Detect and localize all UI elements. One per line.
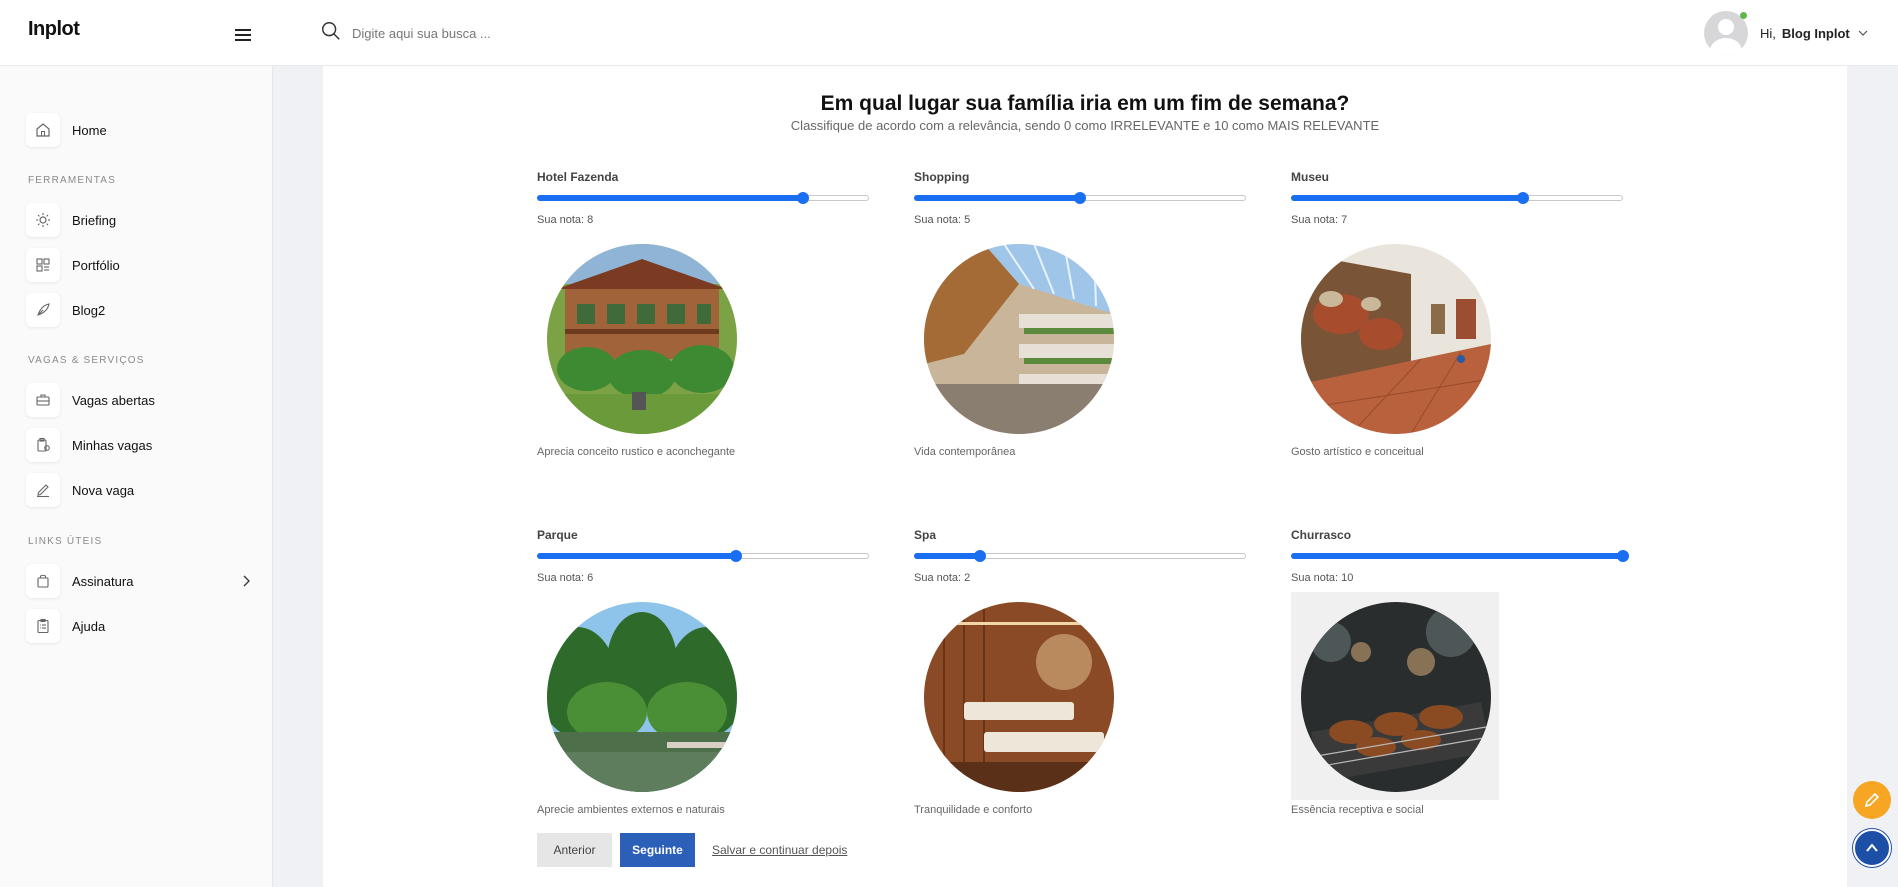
sidebar-item-vagas-abertas[interactable]: Vagas abertas: [26, 382, 251, 418]
chevron-right-icon[interactable]: [241, 575, 251, 587]
bag-icon: [26, 564, 60, 598]
grid-icon: [26, 248, 60, 282]
option-spa: Spa Sua nota: 2 Tranquilidade e conforto: [914, 528, 1246, 816]
online-status-dot: [1740, 12, 1747, 19]
sidebar-item-label: Nova vaga: [72, 482, 135, 498]
rating-slider[interactable]: [914, 190, 1246, 206]
option-shopping: Shopping Sua nota: 5 Vida contemporânea: [914, 170, 1246, 458]
sidebar: Home FERRAMENTAS Briefing Portfólio Blog…: [0, 66, 273, 887]
briefcase-icon: [26, 383, 60, 417]
slider-thumb[interactable]: [974, 550, 987, 562]
score-text: Sua nota: 10: [1291, 572, 1354, 584]
section-title-ferramentas: FERRAMENTAS: [28, 175, 117, 186]
option-image: [537, 234, 745, 442]
option-caption: Aprecie ambientes externos e naturais: [537, 804, 725, 816]
clipboard-icon: [26, 428, 60, 462]
option-churrasco: Churrasco Sua nota: 10 Essência receptiv…: [1291, 528, 1629, 816]
option-image: [1291, 234, 1499, 442]
option-image: [537, 592, 745, 800]
option-label: Spa: [914, 528, 937, 542]
sidebar-item-blog2[interactable]: Blog2: [26, 292, 251, 328]
sidebar-item-label: Minhas vagas: [72, 437, 153, 453]
top-bar: Inplot Hi, Blog Inplot: [0, 0, 1898, 66]
scroll-top-button[interactable]: [1853, 829, 1891, 867]
sidebar-item-label: Briefing: [72, 212, 117, 228]
sidebar-item-label: Assinatura: [72, 573, 134, 589]
option-image: [1291, 592, 1499, 800]
previous-button[interactable]: Anterior: [537, 833, 612, 867]
sidebar-item-home[interactable]: Home: [26, 112, 251, 148]
chevron-up-icon: [1866, 843, 1878, 852]
score-text: Sua nota: 5: [914, 214, 971, 226]
score-text: Sua nota: 6: [537, 572, 594, 584]
question-title: Em qual lugar sua família iria em um fim…: [820, 92, 1350, 115]
sidebar-item-minhas-vagas[interactable]: Minhas vagas: [26, 427, 251, 463]
home-icon: [26, 113, 60, 147]
option-image: [914, 234, 1122, 442]
option-label: Shopping: [914, 170, 970, 184]
search-icon: [322, 22, 340, 40]
slider-thumb[interactable]: [796, 192, 809, 204]
slider-thumb[interactable]: [1074, 192, 1086, 204]
option-label: Museu: [1291, 170, 1330, 184]
feather-icon: [26, 293, 60, 327]
logo[interactable]: Inplot: [28, 18, 80, 41]
survey-card: Em qual lugar sua família iria em um fim…: [323, 66, 1847, 887]
sidebar-item-assinatura[interactable]: Assinatura: [26, 563, 251, 599]
sidebar-item-briefing[interactable]: Briefing: [26, 202, 251, 238]
option-caption: Vida contemporânea: [914, 446, 1016, 458]
chevron-down-icon[interactable]: [1858, 28, 1868, 38]
checklist-icon: [26, 609, 60, 643]
edit-fab-button[interactable]: [1853, 781, 1891, 819]
slider-thumb[interactable]: [1617, 550, 1629, 562]
option-parque: Parque Sua nota: 6 Aprecie ambientes ext…: [537, 528, 869, 816]
user-name: Blog Inplot: [1781, 25, 1850, 41]
sidebar-item-ajuda[interactable]: Ajuda: [26, 608, 251, 644]
option-label: Hotel Fazenda: [537, 170, 619, 184]
option-caption: Essência receptiva e social: [1291, 804, 1424, 816]
rating-slider[interactable]: [537, 190, 869, 206]
sidebar-item-label: Home: [72, 122, 107, 138]
sidebar-item-portfolio[interactable]: Portfólio: [26, 247, 251, 283]
option-caption: Gosto artístico e conceitual: [1291, 446, 1424, 458]
sun-icon: [26, 203, 60, 237]
option-caption: Aprecia conceito rustico e aconchegante: [537, 446, 736, 458]
search-input[interactable]: [352, 20, 852, 46]
sidebar-item-nova-vaga[interactable]: Nova vaga: [26, 472, 251, 508]
slider-thumb[interactable]: [1517, 192, 1530, 204]
sidebar-item-label: Ajuda: [72, 618, 106, 634]
slider-thumb[interactable]: [730, 550, 743, 562]
user-menu[interactable]: Hi, Blog Inplot: [1704, 10, 1868, 56]
option-hotel-fazenda: Hotel Fazenda Sua nota: 8 Aprecia concei…: [537, 170, 869, 458]
pencil-icon: [1864, 792, 1880, 808]
pencil-icon: [26, 473, 60, 507]
question-subtitle: Classifique de acordo com a relevância, …: [790, 118, 1380, 133]
section-title-vagas: VAGAS & SERVIÇOS: [28, 355, 145, 366]
save-continue-later-link[interactable]: Salvar e continuar depois: [712, 843, 847, 857]
rating-slider[interactable]: [1291, 548, 1629, 564]
score-text: Sua nota: 2: [914, 572, 971, 584]
next-button[interactable]: Seguinte: [620, 833, 695, 867]
option-caption: Tranquilidade e conforto: [914, 804, 1033, 816]
sidebar-item-label: Blog2: [72, 302, 106, 318]
rating-slider[interactable]: [537, 548, 869, 564]
option-label: Parque: [537, 528, 578, 542]
rating-slider[interactable]: [914, 548, 1246, 564]
option-museu: Museu Sua nota: 7 Gosto artístico e conc…: [1291, 170, 1623, 458]
score-text: Sua nota: 8: [537, 214, 594, 226]
option-image: [914, 592, 1122, 800]
score-text: Sua nota: 7: [1291, 214, 1348, 226]
user-greeting: Hi,: [1760, 25, 1776, 41]
option-label: Churrasco: [1291, 528, 1352, 542]
sidebar-item-label: Vagas abertas: [72, 392, 155, 408]
section-title-links: LINKS ÚTEIS: [28, 536, 103, 547]
sidebar-item-label: Portfólio: [72, 257, 120, 273]
rating-slider[interactable]: [1291, 190, 1623, 206]
menu-toggle-icon[interactable]: [235, 29, 251, 41]
